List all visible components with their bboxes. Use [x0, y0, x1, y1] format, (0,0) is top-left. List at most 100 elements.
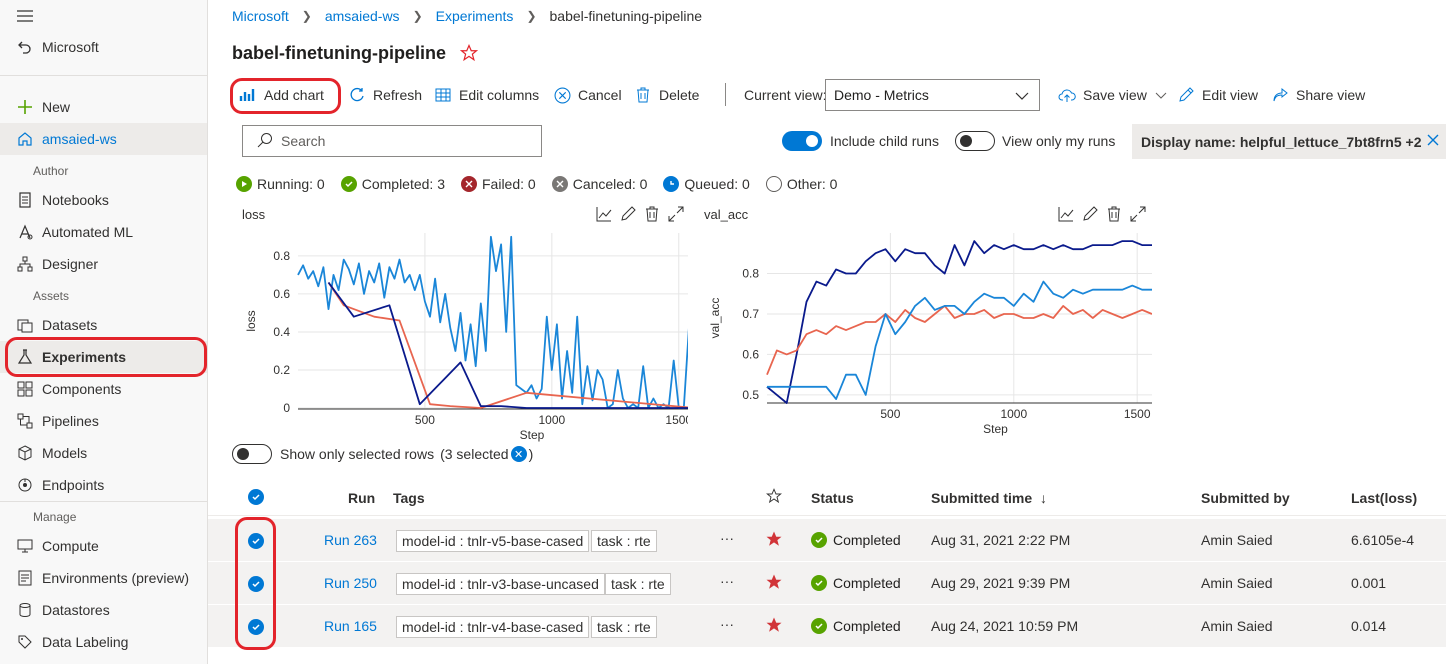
- run-link[interactable]: Run 165: [324, 618, 377, 634]
- designer-label: Designer: [42, 256, 99, 272]
- val-acc-chart: val_acc 500 1000 1500 0.5 0.6 0.7 0.8 Step val_a…: [702, 200, 1152, 445]
- submitted-time: Aug 31, 2021 2:22 PM: [931, 532, 1071, 548]
- submitted-by: Amin Saied: [1201, 532, 1273, 548]
- edit-view-button[interactable]: Edit view: [1177, 78, 1258, 112]
- show-selected-text: Show only selected rows: [280, 446, 435, 462]
- notebook-icon: [16, 191, 34, 209]
- save-view-label: Save view: [1083, 87, 1147, 103]
- section-manage: Manage: [33, 510, 77, 524]
- label-icon: [16, 633, 34, 651]
- x-axis-label: Step: [983, 422, 1008, 436]
- chevron-down-icon: [1155, 87, 1167, 103]
- status-completed: Completed: 3: [340, 176, 445, 192]
- column-tags[interactable]: Tags: [393, 490, 425, 506]
- tag-model-id: model-id : tnlr-v3-base-uncased: [396, 573, 605, 595]
- hamburger-menu-button[interactable]: [0, 0, 207, 32]
- check-circle-icon: [340, 176, 357, 192]
- column-last-loss[interactable]: Last(loss): [1351, 490, 1417, 506]
- status-running: Running: 0: [236, 176, 325, 192]
- submitted-by: Amin Saied: [1201, 575, 1273, 591]
- refresh-button[interactable]: Refresh: [348, 78, 422, 112]
- other-circle-icon: [765, 176, 782, 192]
- show-only-selected-rows-label: Show only selected rows (3 selected ✕ ): [280, 446, 533, 462]
- sidebar-item-environments[interactable]: Environments (preview): [0, 562, 207, 594]
- sidebar-item-components[interactable]: Components: [0, 373, 207, 405]
- share-view-button[interactable]: Share view: [1271, 78, 1365, 112]
- sidebar-item-endpoints[interactable]: Endpoints: [0, 469, 207, 501]
- show-only-selected-rows-toggle[interactable]: [232, 444, 272, 464]
- canceled-count: Canceled: 0: [572, 176, 648, 192]
- back-to-microsoft[interactable]: Microsoft: [0, 31, 207, 63]
- run-link[interactable]: Run 250: [324, 575, 377, 591]
- sort-descending-icon: ↓: [1040, 490, 1048, 506]
- sidebar-item-models[interactable]: Models: [0, 437, 207, 469]
- add-chart-highlight: [230, 78, 341, 114]
- include-child-runs-toggle[interactable]: [782, 131, 822, 151]
- row-checkbox-highlight: [235, 517, 276, 650]
- datastores-label: Datastores: [42, 602, 110, 618]
- more-options-icon[interactable]: ···: [720, 616, 734, 632]
- experiments-highlight: [5, 337, 207, 377]
- cube-icon: [16, 444, 34, 462]
- table-row[interactable]: Run 165 model-id : tnlr-v4-base-cased ta…: [208, 605, 1446, 648]
- datasets-icon: [16, 316, 34, 334]
- queued-count: Queued: 0: [684, 176, 750, 192]
- select-all-checkbox[interactable]: [248, 489, 264, 505]
- divider: [0, 75, 207, 76]
- sidebar-item-designer[interactable]: Designer: [0, 248, 207, 280]
- pipelines-icon: [16, 412, 34, 430]
- x-tick-label: 1000: [538, 413, 565, 427]
- breadcrumb-workspace[interactable]: amsaied-ws: [325, 8, 400, 24]
- column-submitted-time[interactable]: Submitted time ↓: [931, 490, 1047, 506]
- close-icon[interactable]: [1426, 133, 1440, 150]
- view-only-my-runs-toggle[interactable]: [955, 131, 995, 151]
- last-loss: 0.001: [1351, 575, 1387, 591]
- y-tick-label: 0.6: [273, 287, 290, 301]
- column-star-icon[interactable]: [766, 488, 782, 507]
- delete-button[interactable]: Delete: [634, 78, 699, 112]
- loss-chart-svg: 500 1000 1500 0 0.2 0.4 0.6 0.8 Step loss: [244, 233, 688, 442]
- table-row[interactable]: Run 263 model-id : tnlr-v5-base-cased ta…: [208, 519, 1446, 562]
- star-filled-icon[interactable]: [765, 616, 783, 637]
- star-filled-icon[interactable]: [765, 573, 783, 594]
- azure-ml-studio: Microsoft New amsaied-ws Author Notebook…: [0, 0, 1446, 664]
- table-row[interactable]: Run 250 model-id : tnlr-v3-base-uncased …: [208, 562, 1446, 605]
- sidebar-item-pipelines[interactable]: Pipelines: [0, 405, 207, 437]
- sidebar-item-data-labeling[interactable]: Data Labeling: [0, 626, 207, 658]
- series-line-0: [766, 240, 1152, 404]
- y-tick-label: 0.8: [273, 249, 290, 263]
- x-tick-label: 1500: [665, 413, 688, 427]
- new-button[interactable]: New: [0, 91, 207, 123]
- check-circle-icon: [811, 618, 827, 634]
- sidebar-item-automated-ml[interactable]: Automated ML: [0, 216, 207, 248]
- search-box[interactable]: [242, 125, 542, 157]
- edit-columns-button[interactable]: Edit columns: [434, 78, 539, 112]
- breadcrumb-experiments[interactable]: Experiments: [436, 8, 514, 24]
- favorite-star-icon[interactable]: [459, 43, 479, 65]
- sidebar-item-notebooks[interactable]: Notebooks: [0, 184, 207, 216]
- column-submitted-by[interactable]: Submitted by: [1201, 490, 1290, 506]
- column-run[interactable]: Run: [348, 490, 375, 506]
- loss-chart: loss 500 1000 1500 0 0.2 0.4 0.6 0.8 Step loss: [238, 200, 688, 445]
- breadcrumb-microsoft[interactable]: Microsoft: [232, 8, 289, 24]
- run-link[interactable]: Run 263: [324, 532, 377, 548]
- clear-selection-icon[interactable]: ✕: [510, 446, 527, 462]
- star-filled-icon[interactable]: [765, 530, 783, 551]
- search-input[interactable]: [281, 133, 531, 149]
- failed-count: Failed: 0: [482, 176, 536, 192]
- new-label: New: [42, 99, 71, 115]
- sidebar-item-workspace[interactable]: amsaied-ws: [0, 123, 207, 155]
- display-name-filter-chip[interactable]: Display name: helpful_lettuce_7bt8frn5 +…: [1132, 124, 1446, 159]
- cancel-button[interactable]: Cancel: [553, 78, 622, 112]
- toolbar-separator: [725, 83, 726, 106]
- more-options-icon[interactable]: ···: [720, 530, 734, 546]
- status-failed: Failed: 0: [461, 176, 536, 192]
- sidebar-item-datastores[interactable]: Datastores: [0, 594, 207, 626]
- more-options-icon[interactable]: ···: [720, 573, 734, 589]
- current-view-dropdown[interactable]: Demo - Metrics: [825, 79, 1040, 111]
- automated-ml-label: Automated ML: [42, 224, 134, 240]
- save-view-button[interactable]: Save view: [1058, 78, 1167, 112]
- sidebar-item-compute[interactable]: Compute: [0, 530, 207, 562]
- column-status[interactable]: Status: [811, 490, 854, 506]
- x-tick-label: 500: [880, 407, 900, 421]
